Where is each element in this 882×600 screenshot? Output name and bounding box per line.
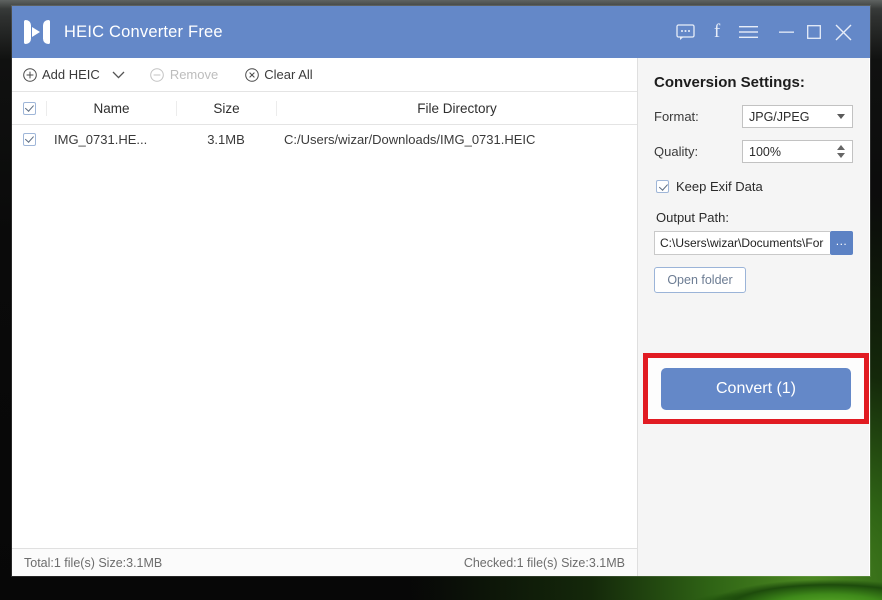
- format-label: Format:: [654, 109, 699, 124]
- close-icon[interactable]: [828, 15, 858, 49]
- select-all-checkbox[interactable]: [12, 101, 46, 115]
- output-path-label: Output Path:: [656, 210, 729, 225]
- cell-directory: C:/Users/wizar/Downloads/IMG_0731.HEIC: [284, 131, 536, 147]
- row-checkbox-box: [22, 132, 36, 146]
- minimize-icon[interactable]: [772, 15, 800, 49]
- stepper-down-icon[interactable]: [837, 153, 845, 158]
- window-content: Add HEIC Remove Clear All Name Size File…: [12, 58, 870, 576]
- maximize-icon[interactable]: [800, 15, 828, 49]
- convert-button[interactable]: Convert (1): [661, 367, 851, 410]
- heic-logo-icon: [22, 17, 52, 47]
- quality-stepper[interactable]: 100%: [742, 140, 853, 163]
- add-heic-button[interactable]: Add HEIC: [22, 67, 100, 82]
- title-bar: HEIC Converter Free f: [12, 6, 870, 58]
- app-title: HEIC Converter Free: [64, 22, 223, 41]
- cell-name: IMG_0731.HE...: [54, 131, 148, 147]
- file-list-pane: Add HEIC Remove Clear All Name Size File…: [12, 58, 638, 576]
- keep-exif-checkbox[interactable]: Keep Exif Data: [656, 179, 853, 194]
- status-bar: Total:1 file(s) Size:3.1MB Checked:1 fil…: [12, 548, 637, 576]
- cross-circle-icon: [244, 67, 259, 82]
- keep-exif-checkbox-box: [656, 180, 669, 193]
- add-heic-dropdown-chevron-down-icon[interactable]: [106, 64, 132, 86]
- clear-all-label: Clear All: [264, 67, 313, 82]
- clear-all-button[interactable]: Clear All: [244, 67, 313, 82]
- keep-exif-label: Keep Exif Data: [676, 179, 763, 194]
- settings-title: Conversion Settings:: [654, 74, 805, 91]
- quality-row: Quality: 100%: [654, 140, 853, 163]
- facebook-icon[interactable]: f: [706, 15, 728, 49]
- cell-size: 3.1MB: [207, 131, 245, 147]
- add-heic-label: Add HEIC: [42, 67, 100, 82]
- toolbar: Add HEIC Remove Clear All: [12, 58, 637, 92]
- chevron-down-icon: [837, 114, 845, 119]
- quality-value: 100%: [749, 144, 781, 159]
- open-folder-button[interactable]: Open folder: [654, 267, 746, 293]
- stepper-arrows-icon[interactable]: [837, 145, 845, 158]
- stepper-up-icon[interactable]: [837, 145, 845, 150]
- format-select[interactable]: JPG/JPEG: [742, 105, 853, 128]
- table-body: IMG_0731.HE... 3.1MB C:/Users/wizar/Down…: [12, 125, 637, 548]
- hamburger-menu-icon[interactable]: [734, 15, 762, 49]
- application-window: HEIC Converter Free f Add HEIC Remove Cl…: [12, 6, 870, 576]
- status-total-text: Total:1 file(s) Size:3.1MB: [24, 555, 163, 570]
- column-header-name[interactable]: Name: [46, 100, 176, 116]
- table-header-row: Name Size File Directory: [12, 92, 637, 125]
- remove-label: Remove: [169, 67, 219, 82]
- table-row[interactable]: IMG_0731.HE... 3.1MB C:/Users/wizar/Down…: [12, 125, 637, 153]
- file-table: Name Size File Directory IMG_0731.HE... …: [12, 92, 637, 548]
- status-checked-text: Checked:1 file(s) Size:3.1MB: [463, 555, 625, 570]
- browse-folder-button[interactable]: ...: [830, 231, 853, 255]
- output-path-input[interactable]: C:\Users\wizar\Documents\For: [654, 231, 830, 255]
- remove-button[interactable]: Remove: [150, 67, 218, 82]
- quality-label: Quality:: [654, 144, 699, 159]
- output-path-row: C:\Users\wizar\Documents\For ...: [654, 231, 853, 255]
- minus-circle-icon: [150, 67, 165, 82]
- format-row: Format: JPG/JPEG: [654, 105, 853, 128]
- conversion-settings-pane: Conversion Settings: Format: JPG/JPEG Qu…: [638, 58, 869, 576]
- column-header-file-directory[interactable]: File Directory: [276, 100, 637, 116]
- convert-highlight-annotation: Convert (1): [643, 353, 869, 424]
- row-checkbox[interactable]: [12, 132, 46, 146]
- select-all-checkbox-box: [22, 101, 36, 115]
- column-header-size[interactable]: Size: [176, 100, 276, 116]
- format-value: JPG/JPEG: [749, 109, 810, 124]
- plus-circle-icon: [22, 67, 37, 82]
- feedback-icon[interactable]: [670, 15, 700, 49]
